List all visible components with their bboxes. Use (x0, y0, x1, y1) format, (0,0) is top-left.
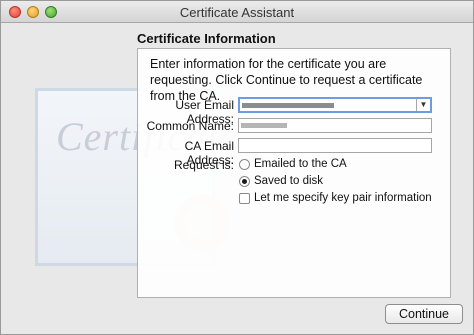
continue-button[interactable]: Continue (385, 304, 463, 324)
ca-email-field[interactable] (238, 138, 432, 153)
common-name-value-redacted (241, 123, 287, 128)
saved-to-disk-label[interactable]: Saved to disk (254, 175, 323, 187)
common-name-label: Common Name: (146, 119, 234, 133)
certificate-assistant-window: Certificate Assistant Certificate Certif… (0, 0, 474, 335)
request-is-label: Request is: (173, 158, 234, 172)
window-title: Certificate Assistant (179, 5, 295, 20)
key-pair-label[interactable]: Let me specify key pair information (254, 192, 432, 204)
common-name-field[interactable] (238, 118, 432, 133)
form-panel: Enter information for the certificate yo… (137, 48, 451, 298)
user-email-field[interactable]: ▼ (238, 97, 432, 113)
emailed-to-ca-radio[interactable] (239, 159, 250, 170)
panel-title: Certificate Information (137, 31, 276, 46)
saved-to-disk-radio[interactable] (239, 176, 250, 187)
key-pair-checkbox[interactable] (239, 193, 250, 204)
emailed-to-ca-label[interactable]: Emailed to the CA (254, 158, 347, 170)
chevron-down-icon[interactable]: ▼ (416, 99, 430, 111)
user-email-value-redacted (242, 103, 334, 108)
title-bar: Certificate Assistant (1, 1, 473, 23)
